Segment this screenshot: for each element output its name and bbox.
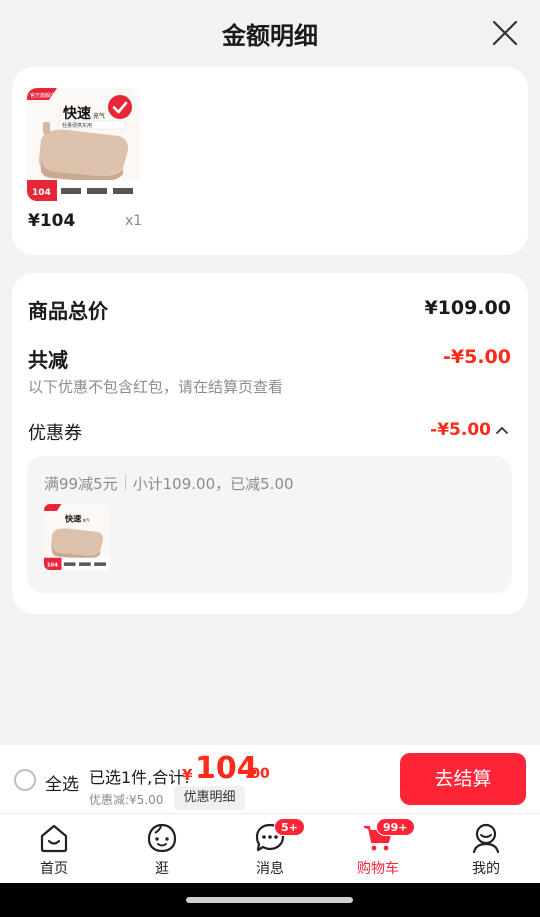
stroll-icon — [147, 823, 177, 853]
tab-profile[interactable]: 我的 — [446, 814, 526, 884]
tab-messages[interactable]: 消息 5+ — [230, 814, 310, 884]
coupon-value[interactable]: -¥5.00 — [430, 420, 491, 440]
store-tag: 官方旗舰店 — [30, 92, 55, 99]
select-all-label[interactable]: 全选 — [45, 770, 79, 795]
home-indicator[interactable] — [186, 897, 353, 903]
discount-note: 以下优惠不包含红包，请在结算页查看 — [28, 378, 284, 396]
checkout-bar: 全选 已选1件,合计: ¥ 104 .00 优惠减:¥5.00 优惠明细 去结算 — [0, 745, 540, 813]
tab-cart[interactable]: 购物车 99+ — [338, 814, 418, 884]
total-price-label: 商品总价 — [28, 299, 108, 323]
coupon-product-image: 快速 充气 104 — [44, 504, 110, 570]
coupon-rule: 满99减5元 — [44, 475, 118, 493]
discount-detail-button[interactable]: 优惠明细 — [174, 786, 245, 810]
discount-amount: 优惠减:¥5.00 — [89, 793, 164, 807]
item-checkbox[interactable] — [108, 95, 132, 119]
chevron-up-icon[interactable] — [496, 425, 508, 435]
profile-icon — [472, 823, 500, 854]
divider — [124, 475, 126, 491]
total-price-value: ¥109.00 — [424, 297, 511, 319]
tab-label: 首页 — [40, 861, 68, 877]
home-icon — [40, 824, 68, 853]
image-headline: 快速 — [64, 514, 82, 524]
tab-stroll[interactable]: 逛 — [122, 814, 202, 884]
tab-bar: 首页 逛 消息 5+ 购物车 99+ 我的 — [0, 813, 540, 883]
system-nav-bar — [0, 883, 540, 917]
select-all-radio[interactable] — [14, 769, 36, 791]
page-header: 金额明细 — [0, 0, 540, 66]
selected-count: 已选1件,合计: — [89, 768, 190, 787]
image-headline: 快速 — [63, 105, 91, 122]
coupon-detail-box: 满99减5元 小计109.00，已减5.00 快速 充气 104 — [27, 456, 512, 593]
item-card: 官方旗舰店 快速 充气 轻量便携实用 104 ¥104 x1 — [12, 67, 528, 255]
tab-label: 逛 — [155, 861, 169, 877]
image-subline: 充气 — [93, 112, 105, 120]
item-quantity: x1 — [125, 213, 143, 229]
close-icon[interactable] — [492, 20, 518, 46]
image-subline: 充气 — [83, 518, 90, 523]
image-tagline: 轻量便携实用 — [62, 122, 92, 129]
coupon-detail-text: 满99减5元 小计109.00，已减5.00 — [44, 473, 294, 494]
total-currency: ¥ — [182, 766, 193, 784]
tab-label: 购物车 — [357, 861, 399, 877]
tab-home[interactable]: 首页 — [14, 814, 94, 884]
total-decimal: .00 — [245, 766, 270, 782]
checkout-button[interactable]: 去结算 — [400, 753, 526, 805]
checkmark-icon — [112, 101, 128, 114]
summary-card: 商品总价 ¥109.00 共减 -¥5.00 以下优惠不包含红包，请在结算页查看… — [12, 273, 528, 614]
page-title: 金额明细 — [222, 22, 318, 50]
item-price: ¥104 — [28, 211, 76, 231]
total-reduction-label: 共减 — [28, 348, 68, 372]
tab-label: 消息 — [256, 861, 284, 877]
tab-label: 我的 — [472, 861, 500, 877]
coupon-subtotal: 小计109.00，已减5.00 — [132, 475, 294, 493]
cart-badge: 99+ — [376, 818, 415, 836]
image-price: 104 — [47, 562, 58, 568]
image-price: 104 — [32, 188, 51, 198]
total-reduction-value: -¥5.00 — [443, 346, 511, 368]
coupon-label[interactable]: 优惠券 — [28, 419, 82, 445]
message-badge: 5+ — [274, 818, 305, 836]
